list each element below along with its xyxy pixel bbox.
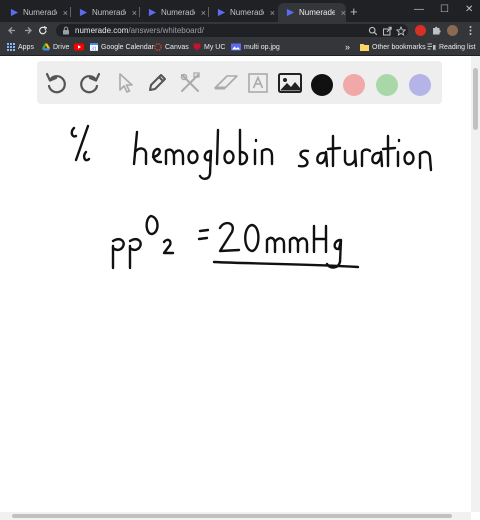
canvas-icon <box>154 43 162 51</box>
bookmark-canvas[interactable]: Canvas <box>154 41 189 53</box>
lock-icon <box>63 26 69 35</box>
tab-close-icon[interactable]: × <box>132 8 137 18</box>
tab-title: Numerade W <box>299 8 335 17</box>
url-host: numerade.com <box>75 26 129 35</box>
share-icon[interactable] <box>382 26 392 36</box>
bookmark-label: Apps <box>18 43 34 51</box>
browser-tab-active[interactable]: Numerade W × <box>278 3 346 22</box>
bookmark-label: Drive <box>53 43 70 51</box>
url-path: /answers/whiteboard/ <box>128 26 204 35</box>
tab-close-icon[interactable]: × <box>201 8 206 18</box>
bookmark-multi-op[interactable]: multi op.jpg <box>231 41 280 53</box>
numerade-favicon-icon <box>217 8 226 17</box>
tab-title: Numerade W <box>92 8 126 17</box>
bookmark-drive[interactable]: Drive <box>42 41 69 53</box>
whiteboard-canvas[interactable] <box>0 56 471 512</box>
numerade-favicon-icon <box>10 8 19 17</box>
youtube-icon <box>74 43 84 51</box>
numerade-favicon-icon <box>148 8 157 17</box>
numerade-favicon-icon <box>286 8 295 17</box>
reading-list[interactable]: Reading list <box>427 41 476 53</box>
browser-tab[interactable]: Numerade W × <box>140 3 206 22</box>
minimize-button[interactable]: — <box>414 3 424 17</box>
adblock-extension-icon[interactable] <box>415 25 426 36</box>
google-calendar-icon: 31 <box>90 43 98 51</box>
ink-line-ppo2 <box>111 214 360 270</box>
browser-tab[interactable]: Numerade W × <box>209 3 275 22</box>
bookmarks-overflow-chevron[interactable]: » <box>345 41 350 53</box>
bookmark-label: Canvas <box>165 43 189 51</box>
bookmark-my-uc[interactable]: My UC <box>193 41 225 53</box>
tab-close-icon[interactable]: × <box>270 8 275 18</box>
image-file-icon <box>231 43 241 51</box>
google-drive-icon <box>42 43 50 51</box>
reload-icon[interactable] <box>38 22 48 39</box>
browser-tab[interactable]: Numerade W × <box>71 3 137 22</box>
reading-list-label: Reading list <box>439 43 476 51</box>
bookmark-label: My UC <box>204 43 226 51</box>
browser-tab[interactable]: Numerade W × <box>2 3 68 22</box>
bookmark-apps[interactable]: Apps <box>7 41 34 53</box>
numerade-favicon-icon <box>79 8 88 17</box>
menu-kebab-icon[interactable] <box>465 25 476 36</box>
bookmark-label: multi op.jpg <box>244 43 280 51</box>
tab-title: Numerade W <box>161 8 195 17</box>
new-tab-button[interactable]: + <box>350 3 358 20</box>
tab-strip: Numerade W × Numerade W × Numerade W × N… <box>0 0 480 22</box>
tab-title: Numerade W <box>23 8 57 17</box>
bookmark-youtube[interactable] <box>74 41 87 53</box>
bookmark-google-calendar[interactable]: 31 Google Calendar <box>90 41 154 53</box>
extensions-puzzle-icon[interactable] <box>431 25 442 36</box>
search-icon[interactable] <box>368 26 378 36</box>
horizontal-scrollbar-thumb[interactable] <box>12 514 452 518</box>
maximize-button[interactable]: ☐ <box>440 3 449 17</box>
bookmark-label: Google Calendar <box>101 43 154 51</box>
reading-list-icon <box>427 43 436 51</box>
browser-toolbar: numerade.com/answers/whiteboard/ <box>0 22 480 39</box>
apps-grid-icon <box>7 43 15 51</box>
bookmark-star-icon[interactable] <box>396 26 406 36</box>
handwriting-ink <box>70 124 433 270</box>
folder-icon <box>360 44 369 51</box>
svg-text:31: 31 <box>91 46 97 51</box>
avatar[interactable] <box>447 25 458 36</box>
other-bookmarks-label: Other bookmarks <box>372 43 426 51</box>
other-bookmarks-folder[interactable]: Other bookmarks <box>360 41 426 53</box>
address-bar[interactable]: numerade.com/answers/whiteboard/ <box>56 24 408 37</box>
close-window-button[interactable]: ✕ <box>465 3 473 17</box>
vertical-scrollbar-thumb[interactable] <box>473 68 478 130</box>
forward-arrow-icon[interactable] <box>23 22 33 39</box>
back-arrow-icon[interactable] <box>7 22 17 39</box>
tab-close-icon[interactable]: × <box>341 8 346 18</box>
ink-line-hemoglobin-saturation <box>70 124 433 180</box>
tab-title: Numerade W <box>230 8 264 17</box>
bookmarks-bar: Apps Drive 31 Google Calendar Canvas My … <box>0 39 480 56</box>
my-uc-icon <box>193 43 201 51</box>
tab-close-icon[interactable]: × <box>63 8 68 18</box>
